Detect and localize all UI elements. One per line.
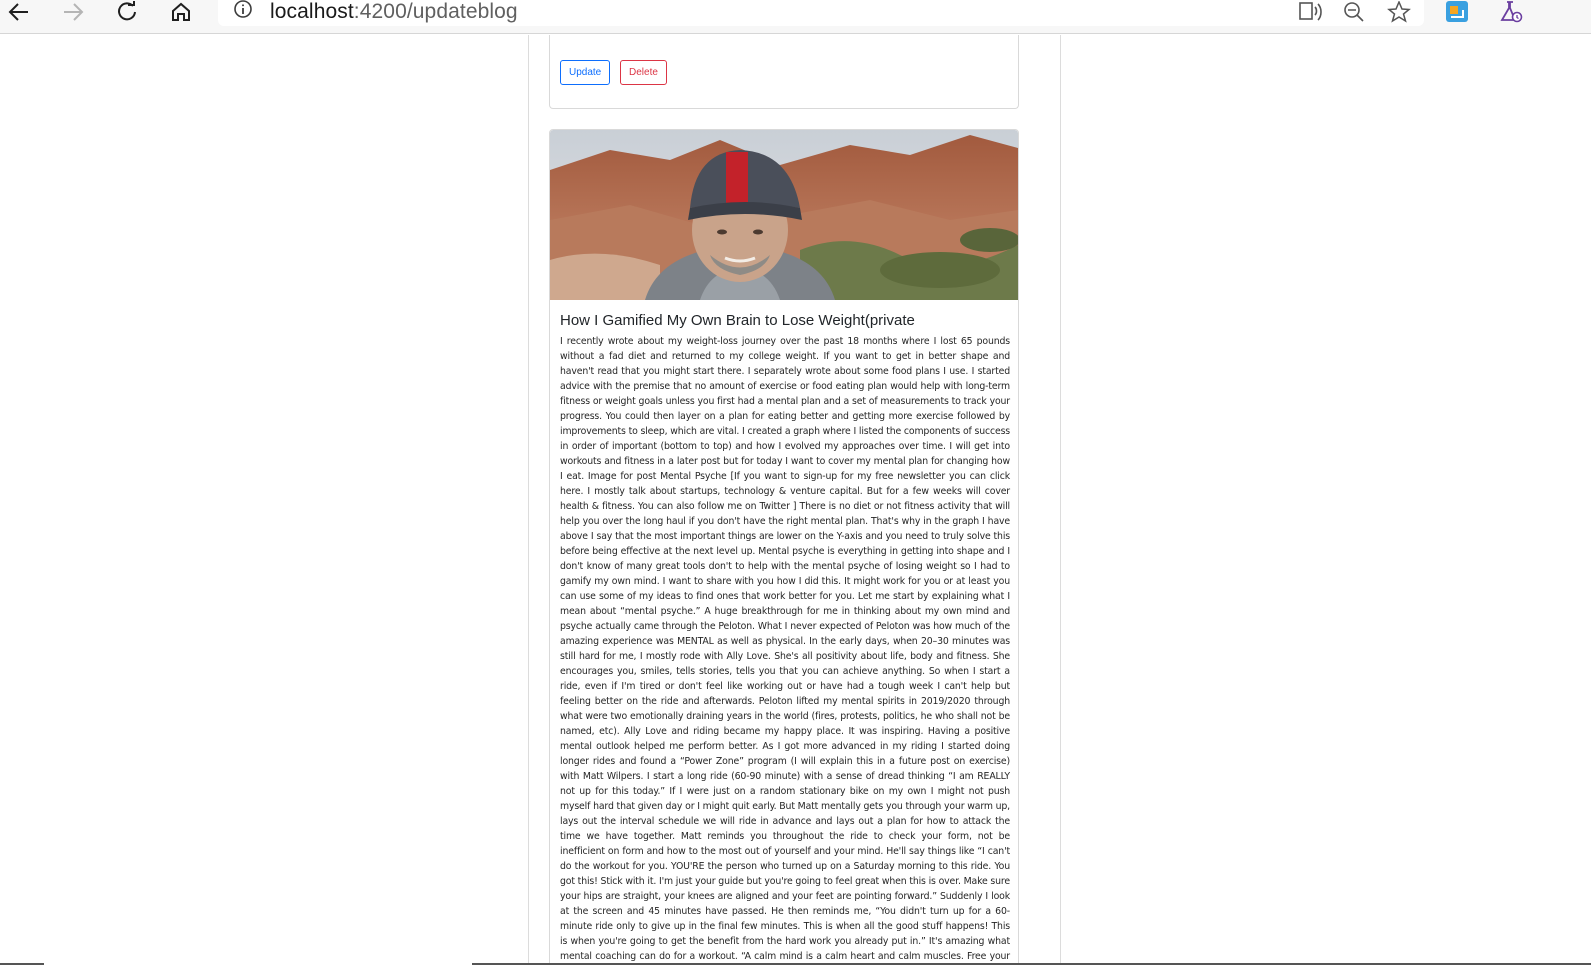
extension-icon[interactable]: [1444, 0, 1470, 24]
post-card: How I Gamified My Own Brain to Lose Weig…: [549, 129, 1019, 964]
forward-icon[interactable]: [56, 0, 90, 24]
home-icon[interactable]: [164, 0, 198, 24]
post-image: [550, 130, 1018, 300]
blog-column: Update Delete How I Gamified My Own Brai…: [528, 35, 1061, 964]
browser-toolbar: localhost:4200/updateblog: [0, 0, 1591, 34]
url-text[interactable]: localhost:4200/updateblog: [270, 0, 518, 25]
refresh-icon[interactable]: [110, 0, 144, 24]
address-bar[interactable]: localhost:4200/updateblog: [218, 0, 1424, 26]
url-path: :4200/updateblog: [353, 0, 518, 23]
read-aloud-icon[interactable]: [1297, 0, 1323, 24]
labs-icon[interactable]: [1498, 0, 1524, 24]
back-icon[interactable]: [2, 0, 36, 24]
previous-post-card: Update Delete: [549, 35, 1019, 109]
url-host: localhost: [270, 0, 354, 23]
post-body: I recently wrote about my weight-loss jo…: [560, 336, 1011, 962]
zoom-out-icon[interactable]: [1341, 0, 1367, 24]
delete-button[interactable]: Delete: [620, 60, 667, 85]
bottom-strip: [0, 965, 1591, 978]
page-content: Update Delete How I Gamified My Own Brai…: [0, 35, 1591, 964]
favorite-star-icon[interactable]: [1386, 0, 1412, 24]
post-title: How I Gamified My Own Brain to Lose Weig…: [560, 312, 915, 329]
update-button[interactable]: Update: [560, 60, 611, 85]
info-icon[interactable]: [232, 0, 254, 22]
